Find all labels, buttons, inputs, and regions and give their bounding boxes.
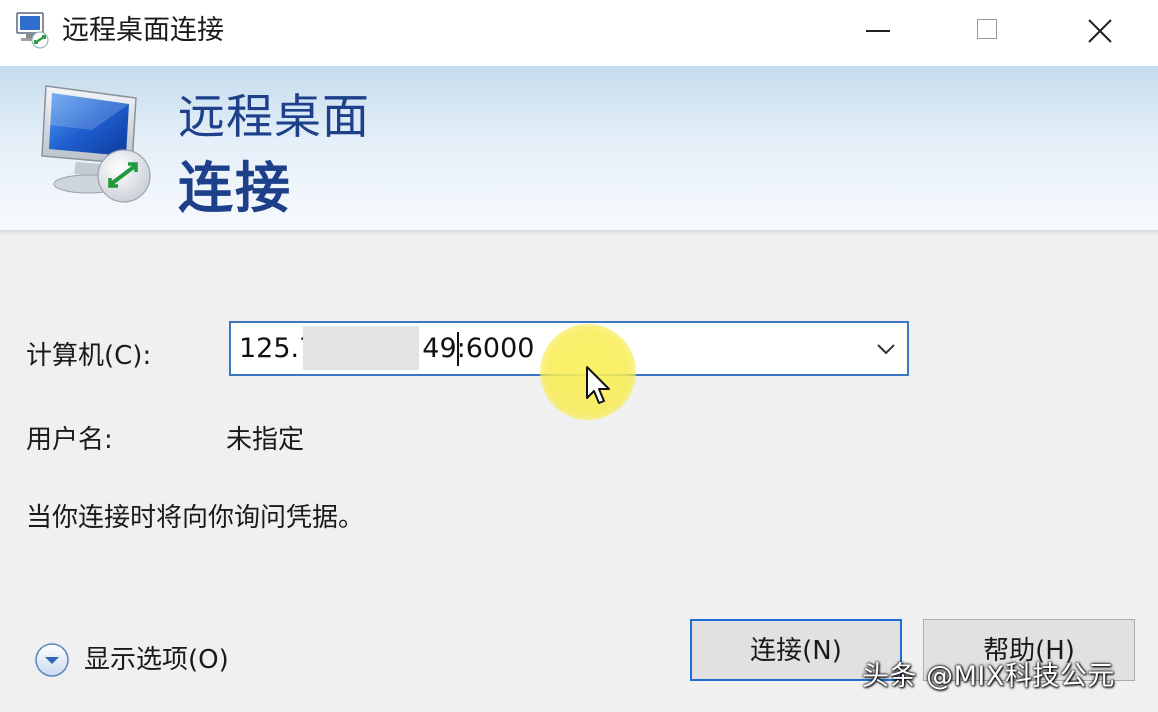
text-caret	[457, 332, 459, 366]
show-options-label: 显示选项(O)	[84, 645, 229, 675]
minimize-icon[interactable]	[824, 0, 936, 62]
show-options-toggle[interactable]: 显示选项(O)	[30, 638, 260, 682]
header-title-line1: 远程桌面	[178, 90, 370, 145]
title-bar[interactable]: 远程桌面连接	[0, 0, 1158, 66]
close-icon[interactable]	[1044, 0, 1156, 62]
chevron-down-icon[interactable]	[875, 339, 897, 359]
remote-desktop-app-icon	[16, 12, 49, 49]
computer-label: 计算机(C):	[26, 341, 152, 371]
credentials-note: 当你连接时将向你询问凭据。	[26, 503, 365, 533]
username-value: 未指定	[226, 425, 305, 455]
window-title: 远程桌面连接	[62, 15, 224, 46]
mouse-pointer-icon	[586, 366, 610, 404]
remote-desktop-window: 远程桌面连接 远程桌面 连接 计算机(C): 125.7 49:6000 用户名…	[0, 0, 1158, 712]
watermark-text: 头条 @MIX科技公元	[862, 661, 1115, 692]
username-label: 用户名:	[26, 425, 113, 455]
header-banner	[0, 66, 1158, 230]
header-title-line2: 连接	[178, 156, 293, 220]
redacted-region	[303, 326, 419, 370]
computer-value-end: 49:6000	[422, 333, 535, 364]
header-divider	[0, 230, 1158, 236]
maximize-icon[interactable]	[932, 0, 1044, 62]
remote-desktop-monitor-icon	[41, 85, 151, 203]
expand-circle-icon[interactable]	[34, 642, 70, 678]
